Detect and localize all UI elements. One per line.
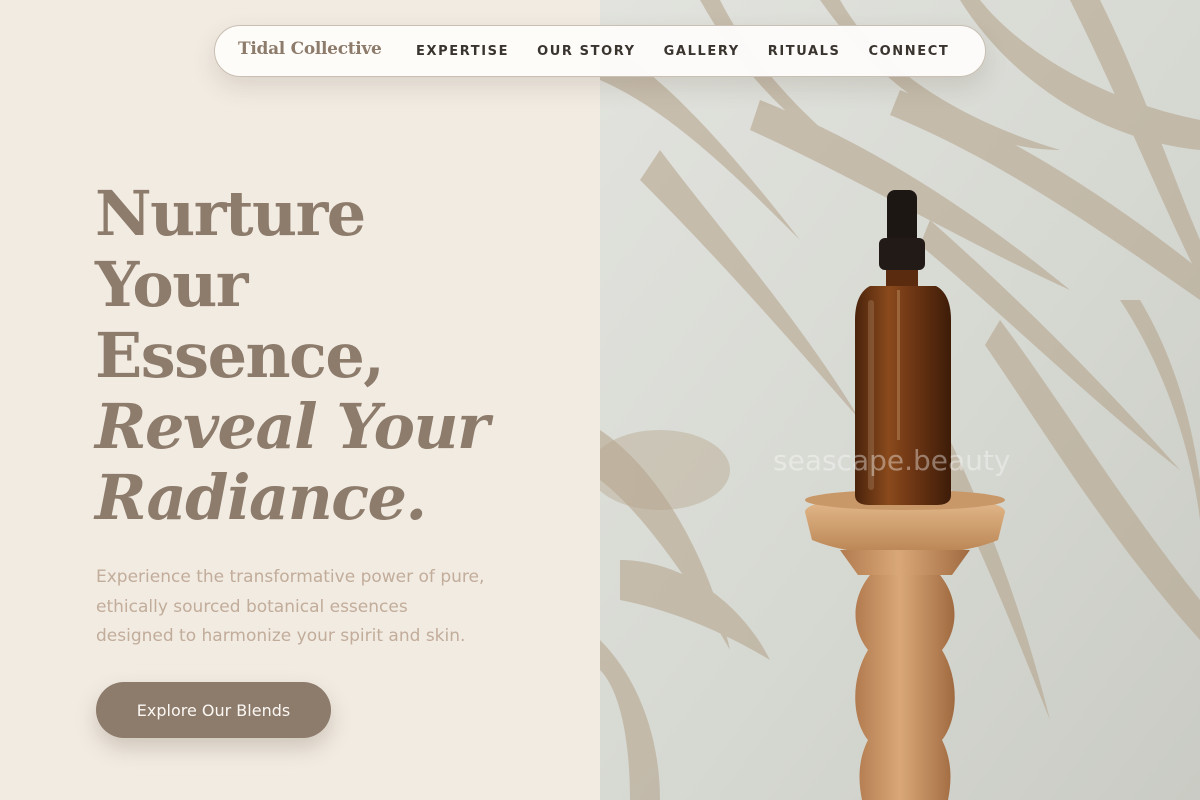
explore-blends-button[interactable]: Explore Our Blends bbox=[96, 682, 331, 738]
nav-link-connect[interactable]: CONNECT bbox=[869, 43, 950, 60]
description-line-2: ethically sourced botanical essences bbox=[96, 596, 408, 617]
headline-line-2: Your bbox=[95, 248, 248, 321]
nav-link-rituals[interactable]: RITUALS bbox=[768, 43, 841, 60]
hero-description: Experience the transformative power of p… bbox=[96, 563, 516, 652]
nav-link-expertise[interactable]: EXPERTISE bbox=[416, 43, 509, 60]
product-photo-illustration bbox=[600, 0, 1200, 800]
nav-link-our-story[interactable]: OUR STORY bbox=[537, 43, 636, 60]
hero-photo bbox=[600, 0, 1200, 800]
hero-headline: Nurture Your Essence, Reveal Your Radian… bbox=[95, 178, 595, 533]
nav-links: EXPERTISE OUR STORY GALLERY RITUALS CONN… bbox=[416, 43, 949, 60]
headline-line-1: Nurture bbox=[95, 177, 366, 250]
headline-italic-line-1: Reveal Your bbox=[95, 390, 490, 463]
brand-logo[interactable]: Tidal Collective bbox=[238, 39, 382, 59]
watermark-text: seascape.beauty bbox=[773, 444, 1011, 477]
top-nav: Tidal Collective EXPERTISE OUR STORY GAL… bbox=[214, 25, 986, 77]
headline-line-3: Essence, bbox=[95, 319, 385, 392]
nav-link-gallery[interactable]: GALLERY bbox=[664, 43, 740, 60]
description-line-1: Experience the transformative power of p… bbox=[96, 567, 485, 587]
headline-italic-line-2: Radiance. bbox=[95, 461, 427, 534]
description-line-3: designed to harmonize your spirit and sk… bbox=[96, 626, 466, 646]
